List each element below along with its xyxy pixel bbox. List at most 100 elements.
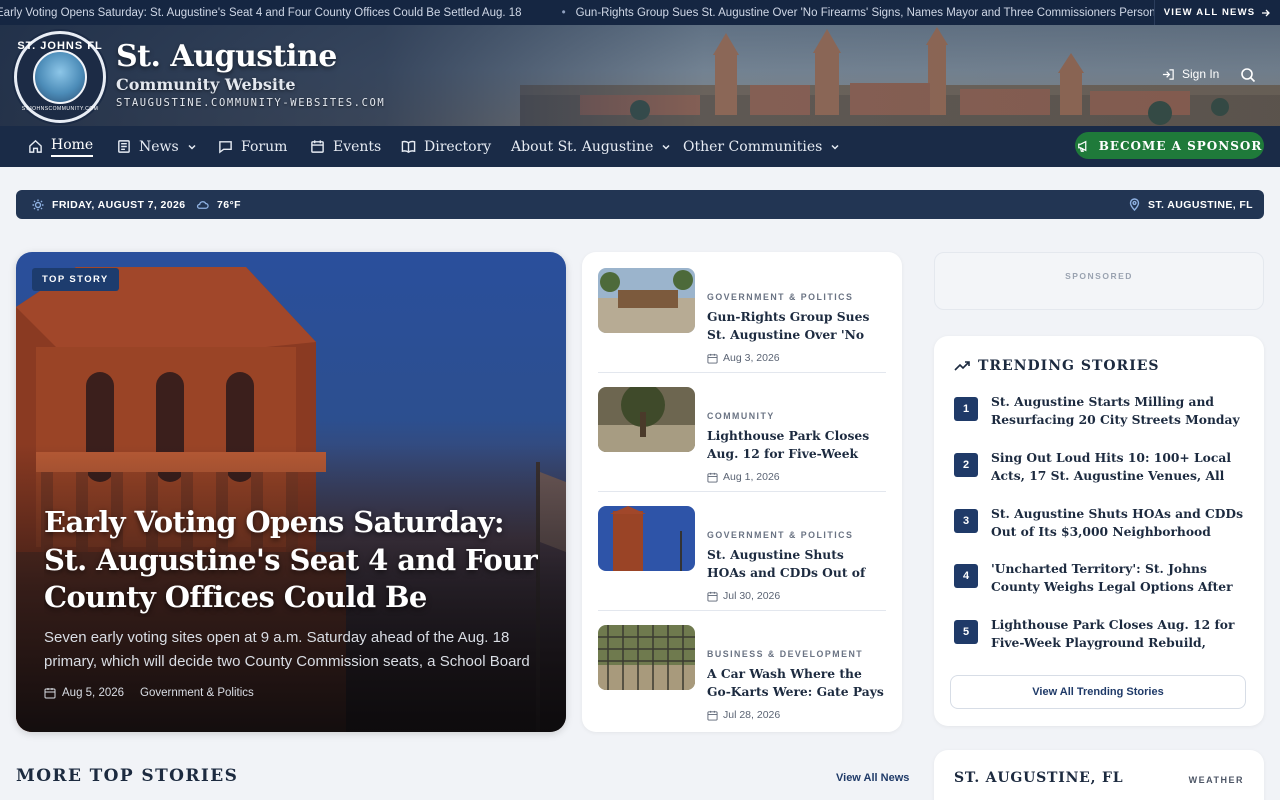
- nav-item-forum[interactable]: Forum: [218, 126, 287, 167]
- sponsor-label: BECOME A SPONSOR: [1098, 138, 1263, 153]
- temperature-text: 76°F: [217, 198, 241, 211]
- newspaper-icon: [118, 140, 130, 153]
- story-title[interactable]: Lighthouse Park Closes Aug. 12 for Five-…: [707, 427, 886, 463]
- story-category: GOVERNMENT & POLITICS: [707, 530, 854, 540]
- megaphone-icon: [1077, 140, 1087, 152]
- date-weather-bar: FRIDAY, AUGUST 7, 2026 76°F ST. AUGUSTIN…: [16, 190, 1264, 219]
- site-logo[interactable]: ST. JOHNS FL STJOHNSCOMMUNITY.COM: [14, 31, 106, 123]
- story-title[interactable]: Gun-Rights Group Sues St. Augustine Over…: [707, 308, 886, 344]
- story-thumbnail: [598, 506, 695, 571]
- sun-icon: [32, 199, 44, 210]
- nav-item-other-communities[interactable]: Other Communities: [683, 126, 840, 167]
- weather-card: ST. AUGUSTINE, FL WEATHER: [934, 750, 1264, 800]
- nav-label: Forum: [241, 138, 288, 155]
- divider: [598, 610, 886, 611]
- trending-rank: 3: [954, 509, 978, 533]
- story-date: Jul 30, 2026: [707, 590, 780, 602]
- site-title[interactable]: St. Augustine: [116, 39, 337, 74]
- trending-title[interactable]: 'Uncharted Territory': St. Johns County …: [991, 560, 1246, 596]
- trending-rank: 2: [954, 453, 978, 477]
- trending-title[interactable]: Lighthouse Park Closes Aug. 12 for Five-…: [991, 616, 1246, 652]
- story-date-text: Aug 1, 2026: [723, 471, 780, 483]
- nav-label: Home: [51, 137, 94, 157]
- nav-label: Directory: [424, 138, 492, 155]
- chevron-down-icon: [662, 144, 670, 150]
- calendar-icon: [707, 353, 718, 364]
- list-item[interactable]: COMMUNITY Lighthouse Park Closes Aug. 12…: [598, 387, 886, 492]
- chevron-down-icon: [188, 144, 196, 150]
- news-ticker: Early Voting Opens Saturday: St. Augusti…: [0, 0, 1280, 25]
- nav-item-events[interactable]: Events: [310, 126, 381, 167]
- current-location: ST. AUGUSTINE, FL: [1129, 190, 1253, 219]
- list-item[interactable]: GOVERNMENT & POLITICS St. Augustine Shut…: [598, 506, 886, 611]
- become-sponsor-button[interactable]: BECOME A SPONSOR: [1075, 132, 1264, 159]
- story-title[interactable]: St. Augustine Shuts HOAs and CDDs Out of…: [707, 546, 886, 582]
- nav-item-news[interactable]: News: [116, 126, 197, 167]
- more-top-stories-heading: MORE TOP STORIES: [16, 766, 239, 786]
- logo-emblem: [33, 50, 87, 104]
- top-story-date: Aug 5, 2026: [62, 687, 125, 699]
- logo-bottom-text: STJOHNSCOMMUNITY.COM: [21, 106, 99, 112]
- site-header: ST. JOHNS FL STJOHNSCOMMUNITY.COM St. Au…: [0, 25, 1280, 126]
- arrow-right-icon: [1262, 9, 1271, 16]
- weather-tag: WEATHER: [1188, 775, 1244, 785]
- calendar-icon: [707, 710, 718, 721]
- divider: [598, 491, 886, 492]
- nav-item-about[interactable]: About St. Augustine: [511, 126, 671, 167]
- top-story-excerpt: Seven early voting sites open at 9 a.m. …: [44, 629, 530, 670]
- story-category: COMMUNITY: [707, 411, 775, 421]
- trending-stories-card: TRENDING STORIES 1 St. Augustine Starts …: [934, 336, 1264, 726]
- view-all-trending-button[interactable]: View All Trending Stories: [950, 675, 1246, 709]
- nav-item-home[interactable]: Home: [28, 126, 94, 167]
- story-date: Aug 3, 2026: [707, 352, 780, 364]
- trending-title[interactable]: St. Augustine Shuts HOAs and CDDs Out of…: [991, 505, 1246, 541]
- top-story-category[interactable]: Government & Politics: [140, 687, 254, 699]
- calendar-icon: [707, 591, 718, 602]
- sponsored-slot: SPONSORED: [934, 252, 1264, 310]
- story-category: GOVERNMENT & POLITICS: [707, 292, 854, 302]
- calendar-icon: [44, 688, 56, 699]
- home-icon: [29, 139, 42, 153]
- top-story-card[interactable]: TOP STORY Early Voting Opens Saturday: S…: [16, 252, 566, 732]
- ticker-item[interactable]: Gun-Rights Group Sues St. Augustine Over…: [576, 7, 1173, 19]
- cloud-icon: [196, 201, 209, 209]
- current-date: FRIDAY, AUGUST 7, 2026: [32, 190, 185, 219]
- story-date: Aug 1, 2026: [707, 471, 780, 483]
- view-all-news-link[interactable]: VIEW ALL NEWS: [1154, 0, 1280, 25]
- top-story-badge: TOP STORY: [32, 268, 119, 291]
- ticker-item[interactable]: Early Voting Opens Saturday: St. Augusti…: [0, 7, 522, 19]
- nav-label: Other Communities: [683, 138, 823, 155]
- site-url: STAUGUSTINE.COMMUNITY-WEBSITES.COM: [116, 97, 386, 109]
- story-date: Jul 28, 2026: [707, 709, 780, 721]
- chevron-down-icon: [831, 144, 839, 150]
- view-all-news-label: VIEW ALL NEWS: [1163, 7, 1256, 18]
- trending-title[interactable]: Sing Out Loud Hits 10: 100+ Local Acts, …: [991, 449, 1246, 485]
- story-title[interactable]: A Car Wash Where the Go-Karts Were: Gate…: [707, 665, 886, 701]
- story-category: BUSINESS & DEVELOPMENT: [707, 649, 864, 659]
- search-icon[interactable]: [1240, 67, 1256, 83]
- trending-heading: TRENDING STORIES: [954, 358, 1160, 374]
- trending-up-icon: [954, 361, 970, 371]
- nav-label: News: [139, 138, 179, 155]
- sign-in-label: Sign In: [1182, 67, 1220, 81]
- nav-item-directory[interactable]: Directory: [401, 126, 491, 167]
- story-date-text: Aug 3, 2026: [723, 352, 780, 364]
- top-story-title[interactable]: Early Voting Opens Saturday: St. Augusti…: [44, 504, 538, 617]
- trending-heading-label: TRENDING STORIES: [978, 358, 1160, 374]
- chat-icon: [219, 141, 232, 154]
- recent-stories-list: GOVERNMENT & POLITICS Gun-Rights Group S…: [582, 252, 902, 732]
- list-item[interactable]: BUSINESS & DEVELOPMENT A Car Wash Where …: [598, 625, 886, 730]
- book-icon: [401, 140, 416, 154]
- trending-rank: 4: [954, 564, 978, 588]
- sign-in-icon: [1162, 68, 1174, 80]
- location-text: ST. AUGUSTINE, FL: [1148, 198, 1253, 211]
- view-all-news-link[interactable]: View All News: [836, 772, 909, 784]
- list-item[interactable]: GOVERNMENT & POLITICS Gun-Rights Group S…: [598, 268, 886, 373]
- calendar-icon: [311, 140, 324, 153]
- nav-label: About St. Augustine: [511, 138, 654, 155]
- sign-in-button[interactable]: Sign In: [1162, 67, 1219, 81]
- site-subtitle: Community Website: [116, 75, 296, 94]
- trending-title[interactable]: St. Augustine Starts Milling and Resurfa…: [991, 393, 1246, 429]
- trending-rank: 5: [954, 620, 978, 644]
- story-thumbnail: [598, 268, 695, 333]
